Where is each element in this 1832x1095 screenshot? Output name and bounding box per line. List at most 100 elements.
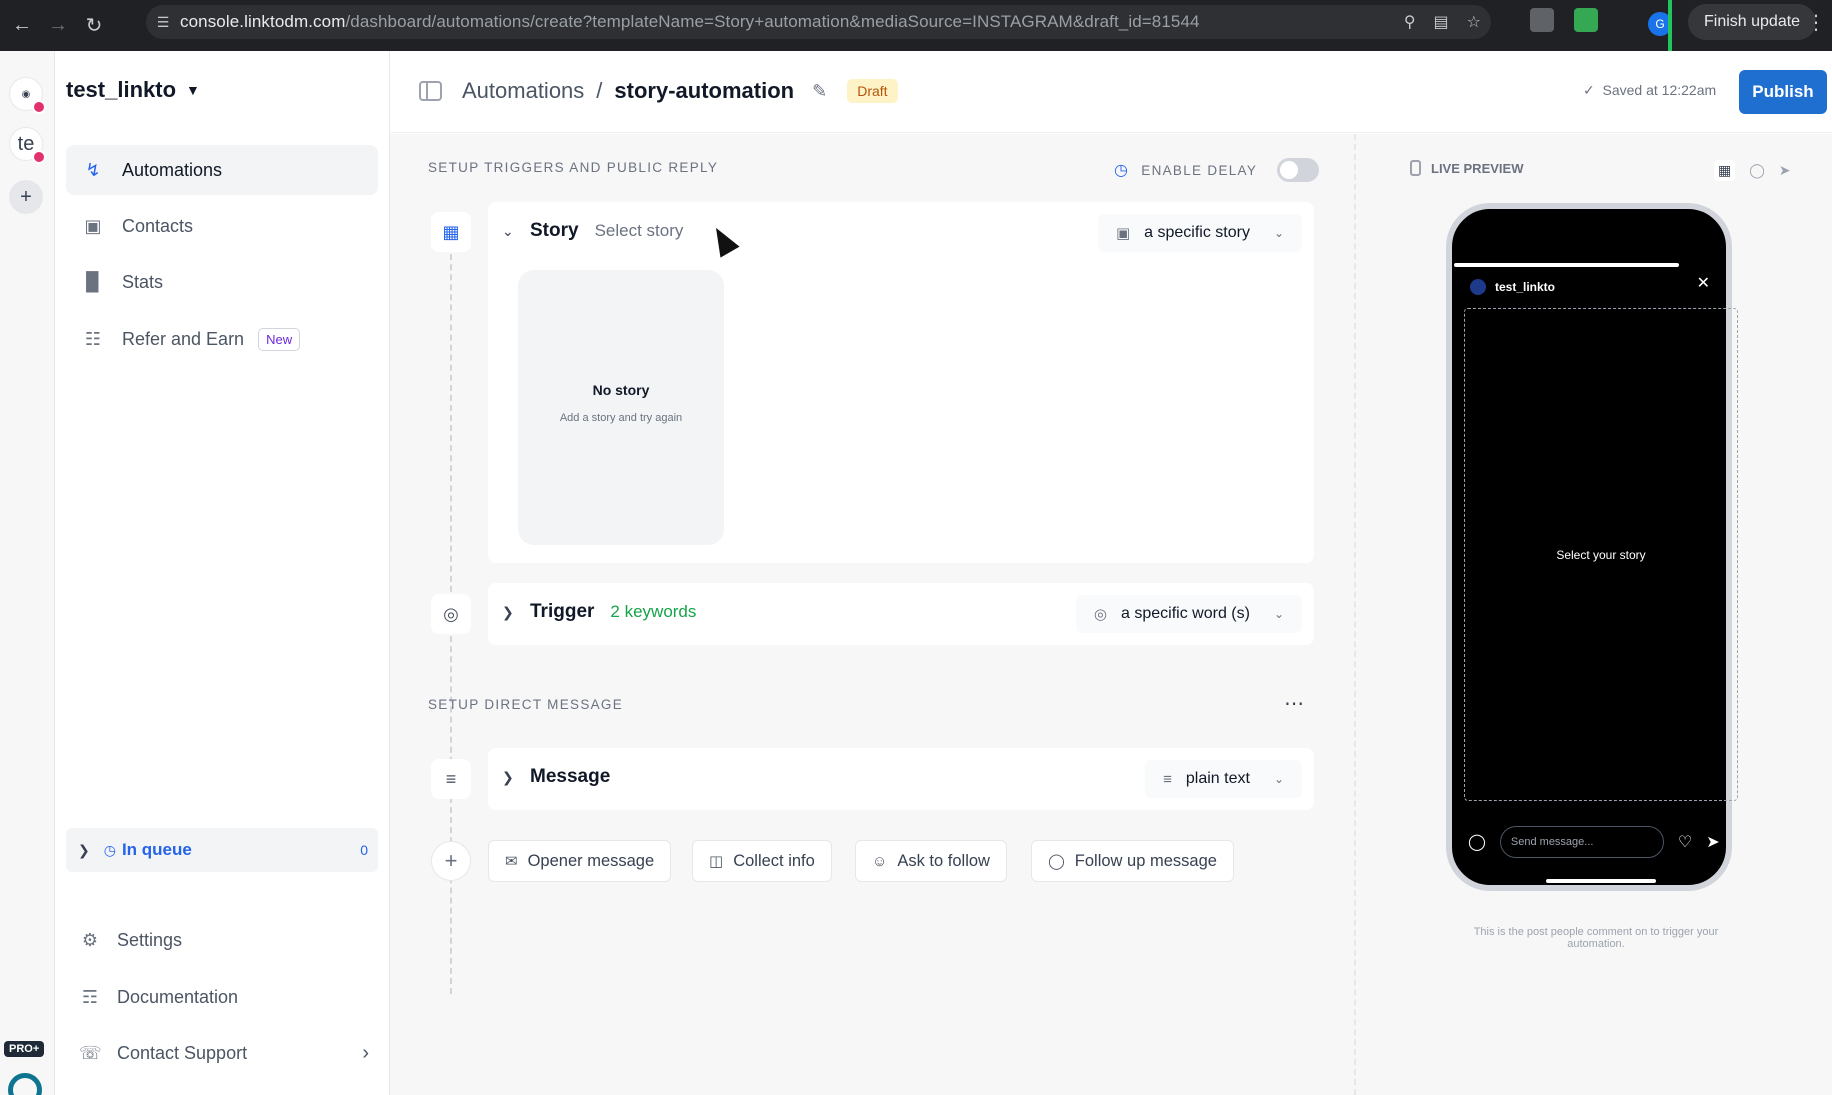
instagram-badge-icon xyxy=(32,150,46,164)
comment-icon[interactable]: ◯ xyxy=(1749,162,1765,179)
add-follow-up-message-button[interactable]: ◯ Follow up message xyxy=(1031,840,1234,882)
automation-builder: SETUP TRIGGERS AND PUBLIC REPLY ◷ ENABLE… xyxy=(390,134,1354,1095)
add-account-button[interactable]: + xyxy=(9,180,43,214)
target-icon: ◎ xyxy=(431,594,471,634)
heart-icon: ♡ xyxy=(1677,834,1693,851)
phone-mockup: test_linkto ✕ Select your story ◯ Send m… xyxy=(1446,203,1738,891)
chevron-right-icon: ❯ xyxy=(502,768,514,785)
sidebar-item-contact-support[interactable]: ☏ Contact Support › xyxy=(79,1042,369,1064)
sidebar: test_linkto ▼ ↯ Automations ▣ Contacts ▉… xyxy=(55,51,390,1095)
zoom-icon[interactable]: ⚲ xyxy=(1404,12,1416,32)
sidebar-item-contacts[interactable]: ▣ Contacts xyxy=(66,201,378,251)
user-follow-icon: ☺ xyxy=(872,852,888,870)
account-avatar-logo[interactable]: ◉ xyxy=(9,77,46,114)
sidebar-item-stats[interactable]: ▉ Stats xyxy=(66,257,378,307)
home-indicator xyxy=(1546,879,1656,883)
preview-mode-switch: ▦ ◯ ➤ xyxy=(1714,160,1791,181)
inbox-icon: ◫ xyxy=(709,853,724,870)
send-icon: ➤ xyxy=(1706,834,1720,851)
enable-delay: ◷ ENABLE DELAY xyxy=(1114,158,1320,182)
bookmark-star-icon[interactable]: ☆ xyxy=(1467,12,1481,32)
add-collect-info-button[interactable]: ◫ Collect info xyxy=(692,840,832,882)
chevron-down-icon: ⌄ xyxy=(502,222,514,239)
message-card-header[interactable]: ❯ Message xyxy=(502,766,610,788)
extension-doc-icon[interactable] xyxy=(1530,8,1554,32)
target-icon: ◎ xyxy=(1093,606,1108,623)
story-card: ⌄ Story Select story ▣ a specific story … xyxy=(488,202,1314,563)
install-app-icon[interactable]: ▤ xyxy=(1434,12,1449,32)
breadcrumb-automations[interactable]: Automations xyxy=(462,78,584,104)
story-placeholder: Select your story xyxy=(1464,308,1738,801)
message-card: ❯ Message ≡ plain text ⌄ xyxy=(488,748,1314,810)
caret-down-icon: ▼ xyxy=(186,82,200,98)
sidebar-item-documentation[interactable]: ☶ Documentation xyxy=(79,987,369,1008)
breadcrumb: Automations / story-automation ✎ Draft xyxy=(462,78,898,104)
account-switcher[interactable]: test_linkto ▼ xyxy=(66,77,200,103)
chevron-right-icon: ❯ xyxy=(78,841,90,858)
reload-icon[interactable]: ↻ xyxy=(80,12,108,40)
gift-icon: ☷ xyxy=(84,328,102,349)
chevron-right-icon: › xyxy=(362,1042,369,1064)
no-story-placeholder: No story Add a story and try again xyxy=(518,270,724,545)
phone-icon xyxy=(1410,160,1421,176)
app-logo-icon[interactable] xyxy=(8,1073,42,1095)
bar-chart-icon: ▉ xyxy=(86,271,100,292)
send-icon[interactable]: ➤ xyxy=(1779,162,1791,179)
extension-puzzle-icon[interactable] xyxy=(1574,8,1598,32)
add-opener-message-button[interactable]: ✉ Opener message xyxy=(488,840,672,882)
camera-icon: ◯ xyxy=(1468,834,1486,851)
story-user: test_linkto xyxy=(1470,279,1555,295)
trigger-card-header[interactable]: ❯ Trigger 2 keywords xyxy=(502,601,696,623)
avatar xyxy=(1470,279,1486,295)
forward-arrow-icon[interactable]: → xyxy=(44,12,72,40)
back-arrow-icon[interactable]: ← xyxy=(8,12,36,40)
finish-update-button[interactable]: Finish update xyxy=(1688,4,1817,40)
section-title-dm: SETUP DIRECT MESSAGE xyxy=(428,697,624,712)
new-badge: New xyxy=(258,327,301,351)
story-type-dropdown[interactable]: ▣ a specific story ⌄ xyxy=(1097,214,1302,252)
account-avatar-te[interactable]: te xyxy=(9,127,46,164)
section-title-triggers: SETUP TRIGGERS AND PUBLIC REPLY xyxy=(428,160,719,175)
add-step-button[interactable]: + xyxy=(431,841,471,881)
in-queue-toggle[interactable]: ❯ ◷ In queue 0 xyxy=(66,828,378,872)
more-vert-icon[interactable]: ⋮ xyxy=(1806,10,1826,35)
chevron-down-icon: ⌄ xyxy=(1273,772,1284,786)
sidebar-item-settings[interactable]: ⚙ Settings xyxy=(79,930,369,951)
mail-icon: ✉ xyxy=(505,853,518,870)
chat-bubble-icon: ◯ xyxy=(1048,853,1065,870)
support-chat-icon: ☏ xyxy=(79,1043,102,1063)
more-options-icon[interactable]: ⋯ xyxy=(1284,691,1305,716)
add-ask-to-follow-button[interactable]: ☺ Ask to follow xyxy=(855,840,1007,882)
toggle-sidebar-icon[interactable] xyxy=(419,81,442,101)
edit-pencil-icon[interactable]: ✎ xyxy=(812,81,827,102)
keyword-count: 2 keywords xyxy=(610,602,697,621)
gear-icon: ⚙ xyxy=(81,930,99,950)
send-message-field: Send message... xyxy=(1499,826,1664,858)
sidebar-item-refer-and-earn[interactable]: ☷ Refer and Earn New xyxy=(66,314,378,364)
text-lines-icon: ≡ xyxy=(431,759,471,799)
status-badge: Draft xyxy=(847,79,898,103)
plan-badge: PRO+ xyxy=(4,1041,45,1057)
story-card-header[interactable]: ⌄ Story Select story xyxy=(502,220,683,242)
queue-count: 0 xyxy=(360,842,368,858)
contact-card-icon: ▣ xyxy=(84,215,102,236)
url-text: console.linktodm.com/dashboard/automatio… xyxy=(180,12,1200,31)
close-icon: ✕ xyxy=(1696,275,1710,292)
trigger-type-dropdown[interactable]: ◎ a specific word (s) ⌄ xyxy=(1075,595,1302,633)
trigger-card: ❯ Trigger 2 keywords ◎ a specific word (… xyxy=(488,583,1314,645)
publish-button[interactable]: Publish xyxy=(1739,70,1827,114)
saved-status: ✓ Saved at 12:22am xyxy=(1583,82,1717,98)
site-settings-icon[interactable]: ☰ xyxy=(146,14,180,31)
image-icon: ▣ xyxy=(1115,225,1131,242)
instagram-badge-icon xyxy=(32,100,46,114)
story-reply-bar: ◯ Send message... ♡ ➤ xyxy=(1468,826,1720,858)
enable-delay-toggle[interactable] xyxy=(1277,158,1320,182)
message-type-dropdown[interactable]: ≡ plain text ⌄ xyxy=(1145,760,1302,798)
story-progress-bar xyxy=(1454,263,1679,267)
live-preview-pane: LIVE PREVIEW ▦ ◯ ➤ test_linkto ✕ Select … xyxy=(1354,134,1832,1095)
address-bar[interactable]: ☰ console.linktodm.com/dashboard/automat… xyxy=(146,5,1491,39)
sidebar-item-automations[interactable]: ↯ Automations xyxy=(66,145,378,195)
automation-name: story-automation xyxy=(614,78,795,103)
automation-bolt-icon: ↯ xyxy=(85,159,101,180)
grid-view-icon[interactable]: ▦ xyxy=(1714,160,1736,181)
